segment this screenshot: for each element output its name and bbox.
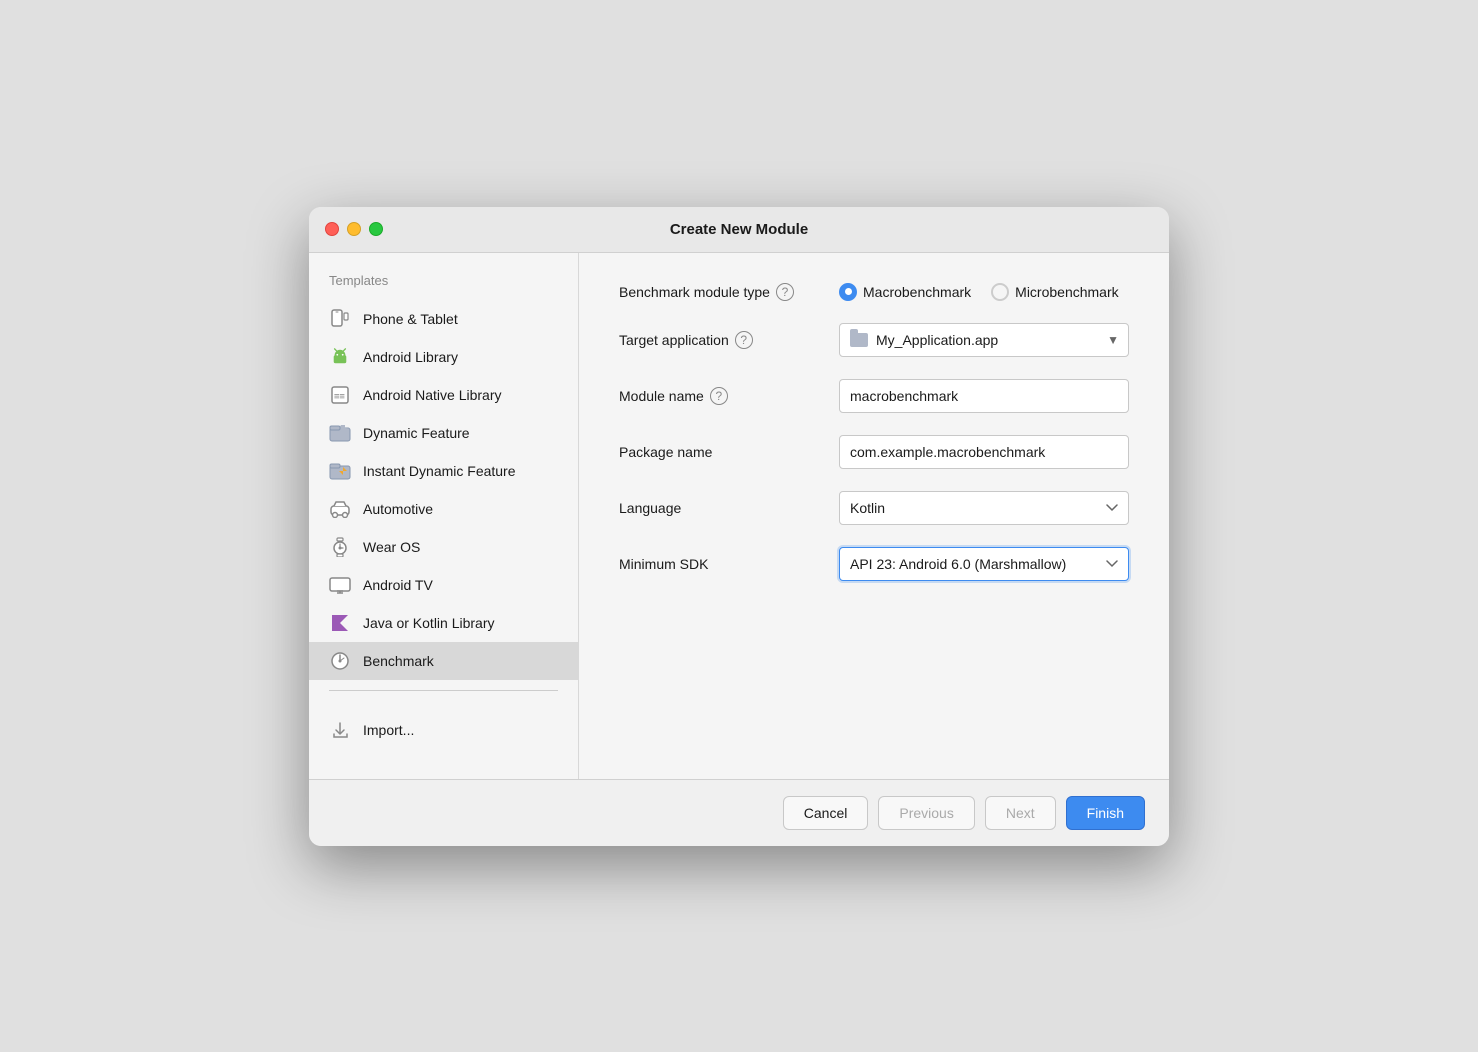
svg-text:≡≡: ≡≡ (334, 392, 345, 402)
target-application-value: My_Application.app (876, 332, 998, 348)
macrobenchmark-radio-option[interactable]: Macrobenchmark (839, 283, 971, 301)
benchmark-icon (329, 650, 351, 672)
sidebar-item-import[interactable]: Import... (309, 711, 578, 749)
instant-dynamic-feature-label: Instant Dynamic Feature (363, 463, 516, 479)
title-bar: Create New Module (309, 207, 1169, 253)
package-name-row: Package name (619, 435, 1129, 469)
module-name-label: Module name ? (619, 387, 819, 405)
finish-button[interactable]: Finish (1066, 796, 1145, 830)
close-window-button[interactable] (325, 222, 339, 236)
sidebar-item-benchmark[interactable]: Benchmark (309, 642, 578, 680)
benchmark-module-type-row: Benchmark module type ? Macrobenchmark M… (619, 283, 1129, 301)
microbenchmark-radio-circle (991, 283, 1009, 301)
minimize-window-button[interactable] (347, 222, 361, 236)
module-name-help[interactable]: ? (710, 387, 728, 405)
wear-os-icon (329, 536, 351, 558)
module-name-row: Module name ? (619, 379, 1129, 413)
language-row: Language Kotlin Java (619, 491, 1129, 525)
package-name-label: Package name (619, 444, 819, 460)
target-application-row: Target application ? My_Application.app … (619, 323, 1129, 357)
android-native-library-label: Android Native Library (363, 387, 502, 403)
android-tv-icon (329, 574, 351, 596)
sidebar-item-wear-os[interactable]: Wear OS (309, 528, 578, 566)
dialog-footer: Cancel Previous Next Finish (309, 779, 1169, 846)
dialog-title: Create New Module (670, 221, 808, 238)
min-sdk-label: Minimum SDK (619, 556, 819, 572)
benchmark-module-type-label: Benchmark module type ? (619, 283, 819, 301)
language-select[interactable]: Kotlin Java (839, 491, 1129, 525)
target-application-select[interactable]: My_Application.app (839, 323, 1129, 357)
sidebar-bottom: Import... (309, 701, 578, 759)
phone-tablet-icon (329, 308, 351, 330)
sidebar-item-android-library[interactable]: Android Library (309, 338, 578, 376)
sidebar-item-java-kotlin-library[interactable]: Java or Kotlin Library (309, 604, 578, 642)
automotive-label: Automotive (363, 501, 433, 517)
sidebar-item-phone-tablet[interactable]: Phone & Tablet (309, 300, 578, 338)
kotlin-library-label: Java or Kotlin Library (363, 615, 495, 631)
dialog-body: Templates Phone & Tablet (309, 253, 1169, 779)
android-native-library-icon: ≡≡ (329, 384, 351, 406)
target-application-help[interactable]: ? (735, 331, 753, 349)
dynamic-feature-icon (329, 422, 351, 444)
target-app-folder-icon (850, 333, 868, 347)
target-application-label: Target application ? (619, 331, 819, 349)
import-label: Import... (363, 722, 414, 738)
android-library-icon (329, 346, 351, 368)
package-name-input[interactable] (839, 435, 1129, 469)
sidebar-item-instant-dynamic-feature[interactable]: Instant Dynamic Feature (309, 452, 578, 490)
sidebar-item-android-tv[interactable]: Android TV (309, 566, 578, 604)
wear-os-label: Wear OS (363, 539, 420, 555)
maximize-window-button[interactable] (369, 222, 383, 236)
target-application-select-wrapper: My_Application.app ▼ (839, 323, 1129, 357)
sidebar-title: Templates (309, 273, 578, 300)
import-icon (329, 719, 351, 741)
microbenchmark-radio-label: Microbenchmark (1015, 284, 1118, 300)
dynamic-feature-label: Dynamic Feature (363, 425, 470, 441)
phone-tablet-label: Phone & Tablet (363, 311, 458, 327)
window-controls (325, 222, 383, 236)
sidebar-items-list: Phone & Tablet Android Library (309, 300, 578, 680)
automotive-icon (329, 498, 351, 520)
min-sdk-select[interactable]: API 21: Android 5.0 (Lollipop) API 22: A… (839, 547, 1129, 581)
sidebar-item-android-native-library[interactable]: ≡≡ Android Native Library (309, 376, 578, 414)
android-tv-label: Android TV (363, 577, 433, 593)
language-label: Language (619, 500, 819, 516)
benchmark-type-radio-group: Macrobenchmark Microbenchmark (839, 283, 1119, 301)
sidebar-item-automotive[interactable]: Automotive (309, 490, 578, 528)
macrobenchmark-radio-label: Macrobenchmark (863, 284, 971, 300)
kotlin-library-icon (329, 612, 351, 634)
sidebar-divider (329, 690, 558, 691)
instant-dynamic-feature-icon (329, 460, 351, 482)
previous-button[interactable]: Previous (878, 796, 974, 830)
macrobenchmark-radio-circle (839, 283, 857, 301)
form-content: Benchmark module type ? Macrobenchmark M… (579, 253, 1169, 779)
android-library-label: Android Library (363, 349, 458, 365)
sidebar: Templates Phone & Tablet (309, 253, 579, 779)
sidebar-item-dynamic-feature[interactable]: Dynamic Feature (309, 414, 578, 452)
module-name-input[interactable] (839, 379, 1129, 413)
microbenchmark-radio-option[interactable]: Microbenchmark (991, 283, 1118, 301)
benchmark-label: Benchmark (363, 653, 434, 669)
next-button[interactable]: Next (985, 796, 1056, 830)
create-new-module-dialog: Create New Module Templates Phone & Tabl… (309, 207, 1169, 846)
cancel-button[interactable]: Cancel (783, 796, 869, 830)
benchmark-module-type-help[interactable]: ? (776, 283, 794, 301)
min-sdk-row: Minimum SDK API 21: Android 5.0 (Lollipo… (619, 547, 1129, 581)
